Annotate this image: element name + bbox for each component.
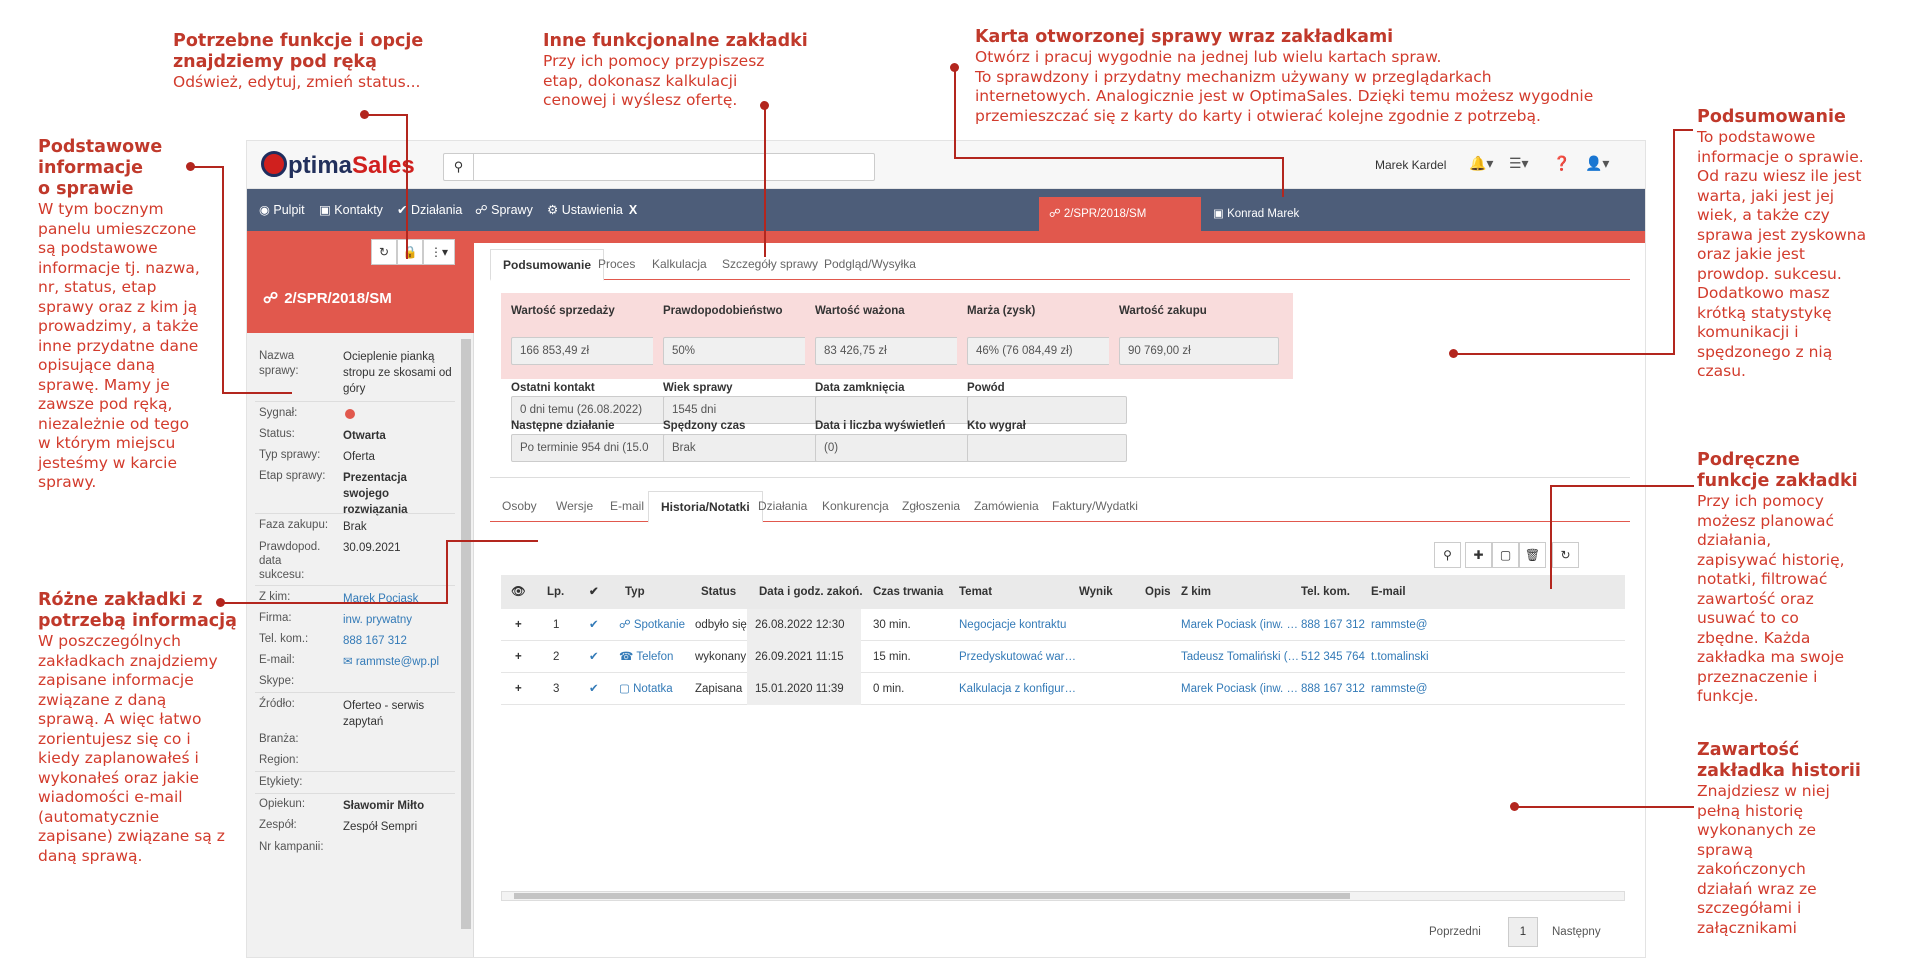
table-header: 👁 Lp. ✔ Typ Status Data i godz. zakoń. C… [501,575,1625,609]
tab-proces[interactable]: Proces [586,249,647,280]
app-window: ptimaSales ⚲ Marek Kardel 🔔▾ ☰▾ ❓ 👤▾ ◉ P… [246,140,1646,958]
case-header: ↻ 🔒 ⋮▾ ☍ 2/SPR/2018/SM [247,231,474,333]
lock-icon[interactable]: 🔒 [397,239,423,265]
refresh-icon[interactable]: ↻ [1552,542,1579,568]
search-input[interactable]: ⚲ [443,153,875,181]
annotation-tab-functions: Podręczne funkcje zakładki Przy ich pomo… [1697,450,1858,705]
bell-icon[interactable]: 🔔▾ [1469,155,1493,172]
tab-konkurencja[interactable]: Konkurencja [810,491,901,522]
tab-wersje[interactable]: Wersje [544,491,605,522]
annotation-quick-functions: Potrzebne funkcje i opcje znajdziemy pod… [173,31,424,91]
tab-faktury[interactable]: Faktury/Wydatki [1040,491,1150,522]
done-icon: ✔ [589,651,599,663]
signal-dot [345,409,355,419]
views-field: (0) [815,434,975,462]
case-number: ☍ 2/SPR/2018/SM [263,290,392,307]
refresh-icon[interactable]: ↻ [371,239,397,265]
contact-link[interactable]: Marek Pociask [343,591,453,607]
done-icon: ✔ [589,619,599,631]
help-icon[interactable]: ❓ [1553,155,1570,172]
table-row[interactable]: + 1 ✔ ☍ Spotkanie odbyło się 26.08.2022 … [501,609,1625,641]
next-action-field: Po terminie 954 dni (15.0 [511,434,671,462]
tab-osoby[interactable]: Osoby [490,491,549,522]
annotation-history: Zawartość zakładka historii Znajdziesz w… [1697,740,1861,937]
tab-kalkulacja[interactable]: Kalkulacja [640,249,719,280]
table-row[interactable]: + 2 ✔ ☎ Telefon wykonany 26.09.2021 11:1… [501,641,1625,673]
add-icon[interactable]: ✚ [1465,542,1492,568]
logo: ptimaSales [261,151,415,180]
top-bar: ptimaSales ⚲ Marek Kardel 🔔▾ ☰▾ ❓ 👤▾ [247,141,1645,189]
winner-field [967,434,1127,462]
user-icon[interactable]: 👤▾ [1585,155,1609,172]
done-icon: ✔ [589,683,599,695]
handshake-icon: ☍ [263,290,279,307]
close-icon: X [628,203,638,217]
case-side-panel: ↻ 🔒 ⋮▾ ☍ 2/SPR/2018/SM Nazwa sprawy: Ociep… [247,231,474,957]
annotation-basic-info: Podstawowe informacje o sprawie W tym bo… [38,137,200,491]
nav-kontakty[interactable]: ▣ Kontakty [319,189,383,231]
search-icon[interactable]: ⚲ [1434,542,1461,568]
check-icon: ✔ [589,586,599,598]
table-hscrollbar[interactable] [501,891,1625,901]
tab-open-case[interactable]: ☍ 2/SPR/2018/SM Ocieplen… X [1039,197,1201,254]
tab-open-contact[interactable]: ▣ Konrad Marek (BestSe… X [1203,197,1363,254]
eye-icon: 👁 [511,586,526,598]
case-name: Ocieplenie pianką stropu ze skosami od g… [343,351,452,395]
pager-page[interactable]: 1 [1508,917,1538,947]
user-name[interactable]: Marek Kardel [1375,158,1446,172]
pager-prev[interactable]: Poprzedni [1429,926,1481,938]
search-icon[interactable]: ⚲ [444,154,474,180]
main-nav: ◉ Pulpit ▣ Kontakty ✔ Działania ☍ Sprawy… [247,189,1645,254]
tab-zamowienia[interactable]: Zamówienia [962,491,1051,522]
table-row[interactable]: + 3 ✔ ▢ Notatka Zapisana 15.01.2020 11:3… [501,673,1625,705]
time-spent-field: Brak [663,434,823,462]
nav-pulpit[interactable]: ◉ Pulpit [259,189,305,231]
note-icon[interactable]: ▢ [1492,542,1519,568]
envelope-icon: ✉ [343,656,353,668]
menu-icon[interactable]: ☰▾ [1509,155,1529,172]
pager-next[interactable]: Następny [1552,926,1601,938]
trash-icon[interactable]: 🗑 [1519,542,1546,568]
side-scrollbar[interactable] [461,339,471,929]
tab-dzialania[interactable]: Działania [746,491,819,522]
annotation-summary: Podsumowanie To podstawowe informacje o … [1697,107,1867,380]
nav-sprawy[interactable]: ☍ Sprawy [475,189,533,231]
status-value: Otwarta [343,430,386,442]
card-purchase: Wartość zakupu 90 769,00 zł [1109,293,1293,379]
tab-podglad[interactable]: Podgląd/Wysyłka [812,249,928,280]
more-menu-icon[interactable]: ⋮▾ [423,239,455,265]
nav-ustawienia[interactable]: ⚙ Ustawienia X [547,189,637,231]
annotation-other-tabs: Inne funkcjonalne zakładki Przy ich pomo… [543,31,808,109]
detail-tabs: Osoby Wersje E-mail Historia/Notatki Dzi… [490,491,1630,523]
tab-zgloszenia[interactable]: Zgłoszenia [890,491,972,522]
annotation-various-tabs: Różne zakładki z potrzebą informacją W p… [38,590,237,865]
annotation-open-case: Karta otworzonej sprawy wraz zakładkami … [975,27,1594,125]
summary-tabs: Podsumowanie Proces Kalkulacja Szczegóły… [490,249,1630,281]
